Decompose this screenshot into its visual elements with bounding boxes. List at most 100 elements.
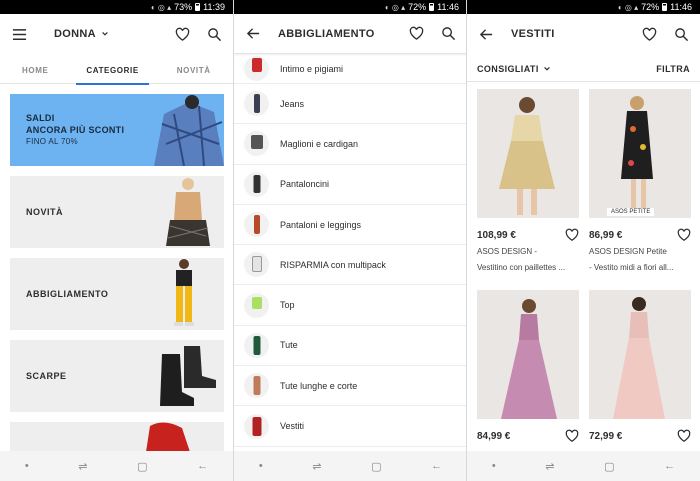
product-image xyxy=(477,290,579,419)
battery-icon xyxy=(195,3,201,11)
category-list: Intimo e pigiami Jeans Maglioni e cardig… xyxy=(234,54,467,447)
home-button-icon[interactable]: ▢ xyxy=(371,460,381,473)
home-button-icon[interactable]: ▢ xyxy=(604,460,614,473)
tab-home[interactable]: HOME xyxy=(12,56,58,84)
nav-dot-icon[interactable]: • xyxy=(25,460,29,472)
list-item-label: Intimo e pigiami xyxy=(280,63,344,74)
home-button-icon[interactable]: ▢ xyxy=(137,460,147,473)
list-item-label: Maglioni e cardigan xyxy=(280,138,359,149)
banner-novita[interactable]: NOVITÀ xyxy=(10,176,224,248)
clock: 11:46 xyxy=(437,2,459,12)
chevron-down-icon xyxy=(102,31,108,36)
back-arrow-icon[interactable] xyxy=(244,25,262,43)
list-item[interactable]: Vestiti xyxy=(234,406,467,447)
nav-dot-icon[interactable]: • xyxy=(492,460,496,472)
wishlist-heart-icon[interactable] xyxy=(565,429,579,443)
tab-categorie[interactable]: CATEGORIE xyxy=(76,56,150,85)
search-icon[interactable] xyxy=(672,25,690,43)
banner-abbigliamento-label: ABBIGLIAMENTO xyxy=(26,289,109,299)
list-item[interactable]: Top xyxy=(234,285,467,326)
banner-accessori[interactable] xyxy=(10,422,224,452)
category-thumbnail xyxy=(244,292,269,318)
filter-button[interactable]: FILTRA xyxy=(656,64,690,74)
list-item-label: RISPARMIA con multipack xyxy=(280,259,386,270)
list-item[interactable]: RISPARMIA con multipack xyxy=(234,245,467,286)
novita-model-image xyxy=(166,178,210,246)
page-title: ABBIGLIAMENTO xyxy=(278,27,375,40)
battery-percent: 73% xyxy=(174,2,193,12)
wishlist-heart-icon[interactable] xyxy=(677,429,691,443)
product-card[interactable]: 84,99 € xyxy=(477,290,579,443)
wishlist-heart-icon[interactable] xyxy=(565,228,579,242)
gender-selector[interactable]: DONNA xyxy=(54,28,109,40)
recent-apps-icon[interactable]: ⇌ xyxy=(78,460,87,473)
search-icon[interactable] xyxy=(205,25,223,43)
saldi-banner[interactable]: SALDI ANCORA PIÙ SCONTI FINO AL 70% xyxy=(10,94,224,166)
heart-icon[interactable] xyxy=(173,25,191,43)
app-bar: VESTITI xyxy=(467,14,700,54)
sort-dropdown[interactable]: CONSIGLIATI xyxy=(477,64,551,74)
product-price: 72,99 € xyxy=(589,430,623,442)
list-item[interactable]: Maglioni e cardigan xyxy=(234,124,467,165)
banner-scarpe[interactable]: SCARPE xyxy=(10,340,224,412)
recent-apps-icon[interactable]: ⇌ xyxy=(312,460,321,473)
list-item[interactable]: Tute lunghe e corte xyxy=(234,366,467,407)
tab-novita[interactable]: NOVITÀ xyxy=(167,56,221,84)
menu-icon[interactable] xyxy=(10,25,28,43)
heart-icon[interactable] xyxy=(640,25,658,43)
system-nav-bar: • ⇌ ▢ ← xyxy=(467,451,700,481)
banner-scarpe-label: SCARPE xyxy=(26,371,67,381)
wishlist-heart-icon[interactable] xyxy=(677,228,691,242)
list-item[interactable]: Intimo e pigiami xyxy=(234,54,467,84)
nav-back-icon[interactable]: ← xyxy=(431,460,442,472)
search-icon[interactable] xyxy=(439,25,457,43)
page-title: VESTITI xyxy=(511,28,555,40)
product-card[interactable]: 72,99 € xyxy=(589,290,691,443)
product-price: 84,99 € xyxy=(477,430,511,442)
gender-title: DONNA xyxy=(54,28,96,40)
nav-dot-icon[interactable]: • xyxy=(259,460,263,472)
clock: 11:39 xyxy=(203,2,225,12)
back-arrow-icon[interactable] xyxy=(477,25,495,43)
scarpe-boots-image xyxy=(160,346,216,406)
list-item[interactable]: Pantaloncini xyxy=(234,165,467,205)
product-card[interactable]: ASOS PETITE 86,99 € ASOS DESIGN Petite -… xyxy=(589,89,691,274)
list-item[interactable]: Tute xyxy=(234,326,467,367)
product-name-line2: - Vestito midi a fiori all... xyxy=(589,263,674,272)
list-item-label: Tute lunghe e corte xyxy=(280,380,358,391)
list-item[interactable]: Jeans xyxy=(234,84,467,125)
list-item-label: Top xyxy=(280,300,295,311)
sort-label: CONSIGLIATI xyxy=(477,63,539,74)
app-bar: DONNA xyxy=(0,14,233,54)
saldi-title: SALDI xyxy=(26,113,55,123)
list-item-label: Pantaloni e leggings xyxy=(280,219,362,230)
saldi-model-image xyxy=(154,95,224,166)
product-card[interactable]: 108,99 € ASOS DESIGN - Vestitino con pai… xyxy=(477,89,579,274)
status-bar: ◐ ◎ ▴ 72% 11:46 xyxy=(467,0,700,14)
saldi-subtitle: ANCORA PIÙ SCONTI xyxy=(26,125,125,135)
nav-back-icon[interactable]: ← xyxy=(197,460,208,472)
tab-bar: HOME CATEGORIE NOVITÀ xyxy=(0,56,233,85)
category-thumbnail xyxy=(244,91,269,117)
category-thumbnail xyxy=(244,212,269,238)
category-thumbnail xyxy=(244,413,269,439)
category-thumbnail xyxy=(244,171,269,197)
abbigliamento-model-image xyxy=(174,259,194,326)
banner-novita-label: NOVITÀ xyxy=(26,207,64,217)
list-item-label: Tute xyxy=(280,340,298,351)
product-price: 86,99 € xyxy=(589,229,623,241)
banner-abbigliamento[interactable]: ABBIGLIAMENTO xyxy=(10,258,224,330)
list-item-label: Pantaloncini xyxy=(280,179,330,190)
list-item[interactable]: Pantaloni e leggings xyxy=(234,205,467,246)
category-thumbnail xyxy=(244,252,269,278)
list-item-label: Jeans xyxy=(280,98,305,109)
status-bar: ◐ ◎ ▴ 72% 11:46 xyxy=(234,0,467,14)
list-item-label: Vestiti xyxy=(280,421,305,432)
nav-back-icon[interactable]: ← xyxy=(664,460,675,472)
panel-vestiti: ◐ ◎ ▴ 72% 11:46 VESTITI CONSIGLIATI FILT… xyxy=(467,0,700,481)
system-nav-bar: • ⇌ ▢ ← xyxy=(234,451,467,481)
battery-icon xyxy=(429,3,435,11)
recent-apps-icon[interactable]: ⇌ xyxy=(545,460,554,473)
product-price: 108,99 € xyxy=(477,229,516,241)
heart-icon[interactable] xyxy=(407,25,425,43)
